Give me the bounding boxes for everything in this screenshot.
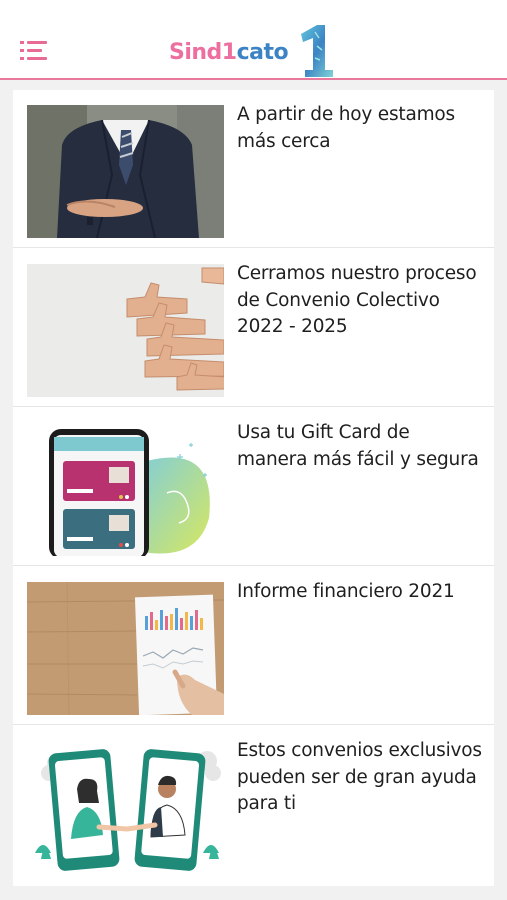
article-thumbnail (27, 264, 224, 397)
logo-text-cato: cato (236, 40, 289, 65)
article-title[interactable]: Usa tu Gift Card de manera más fácil y s… (237, 420, 485, 473)
article-thumbnail (27, 741, 224, 874)
logo-text-one: 1 (221, 40, 237, 65)
article-thumbnail (27, 423, 224, 556)
article-title[interactable]: Informe financiero 2021 (237, 579, 485, 606)
article-card[interactable]: Cerramos nuestro proceso de Convenio Col… (13, 249, 494, 407)
article-title[interactable]: Estos convenios exclusivos pueden ser de… (237, 738, 485, 818)
article-card[interactable]: Estos convenios exclusivos pueden ser de… (13, 726, 494, 884)
logo-text: Sind1cato (169, 40, 289, 65)
hamburger-menu-icon[interactable] (20, 40, 48, 62)
app-logo: Sind1cato (169, 22, 341, 78)
logo-numeral-one-icon (301, 25, 333, 77)
article-card[interactable]: Informe financiero 2021 (13, 567, 494, 725)
article-thumbnail (27, 582, 224, 715)
app-header: Sind1cato (0, 0, 507, 80)
article-card[interactable]: Usa tu Gift Card de manera más fácil y s… (13, 408, 494, 566)
article-title[interactable]: Cerramos nuestro proceso de Convenio Col… (237, 261, 485, 341)
news-feed: A partir de hoy estamos más cerca Cerram… (13, 90, 494, 886)
article-title[interactable]: A partir de hoy estamos más cerca (237, 102, 485, 155)
logo-text-sind: Sind (169, 40, 222, 65)
article-card[interactable]: A partir de hoy estamos más cerca (13, 90, 494, 248)
article-thumbnail (27, 105, 224, 238)
